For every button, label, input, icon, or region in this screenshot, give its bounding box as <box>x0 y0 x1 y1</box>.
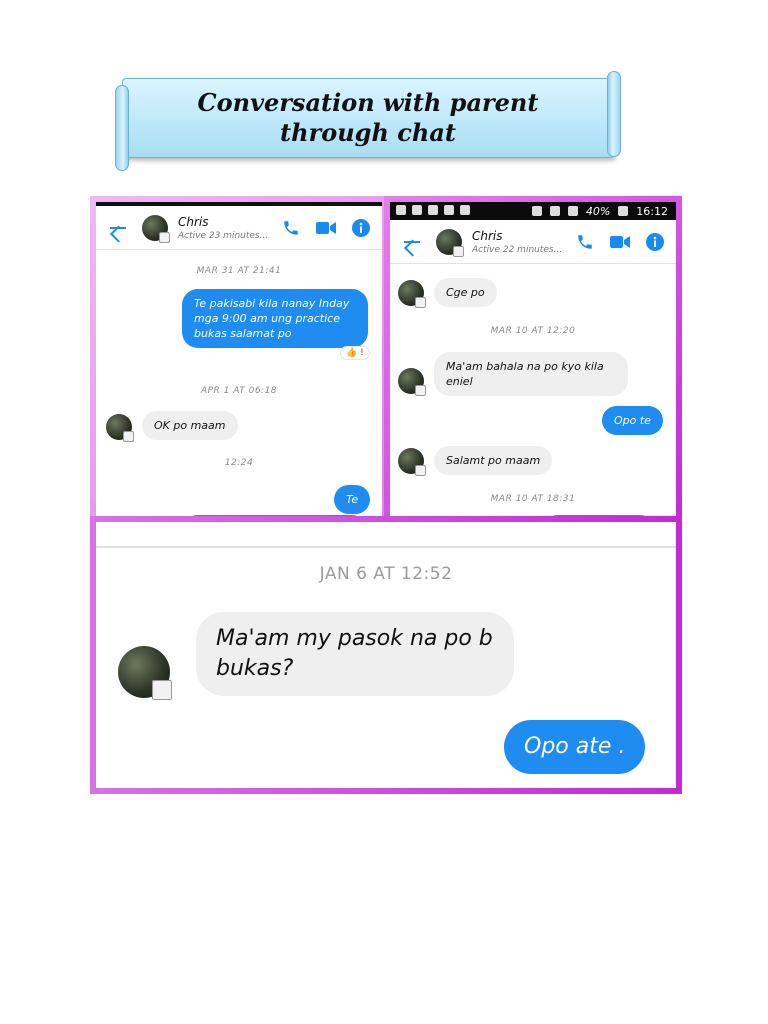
message-bubble-outgoing[interactable]: Opo te <box>602 406 663 435</box>
sender-avatar[interactable] <box>106 414 134 442</box>
contact-status: Active 22 minutes... <box>472 244 563 255</box>
avatar-badge <box>453 245 464 257</box>
message-bubble-outgoing[interactable]: Te <box>334 485 371 514</box>
back-arrow-icon[interactable] <box>106 216 130 240</box>
info-icon[interactable] <box>646 232 664 251</box>
chat-screenshot-c: JAN 6 AT 12:52 Ma'am my pasok na po b bu… <box>90 516 682 794</box>
message-bubble-incoming[interactable]: Ma'am my pasok na po b bukas? <box>196 612 514 696</box>
avatar-badge <box>415 385 426 396</box>
back-arrow-icon[interactable] <box>400 230 424 254</box>
sender-avatar[interactable] <box>398 448 426 476</box>
message-bubble-incoming[interactable]: Salamt po maam <box>434 446 553 475</box>
wifi-icon <box>549 206 560 216</box>
banner-title: Conversation with parent through chat <box>197 88 539 147</box>
download-icon <box>444 205 454 215</box>
avatar-badge <box>123 431 134 442</box>
avatar-badge <box>159 231 170 243</box>
signal-icon <box>567 206 578 216</box>
status-bar: 40% 16:12 <box>390 202 676 220</box>
title-banner: Conversation with parent through chat <box>115 71 621 171</box>
contact-name: Chris <box>178 214 209 229</box>
message-bubble-incoming[interactable]: Cge po <box>434 278 497 307</box>
chat-screenshot-b: 40% 16:12 Chris Active 22 minutes... Cge… <box>384 196 682 523</box>
message-bubble-incoming[interactable]: OK po maam <box>142 411 238 440</box>
chat-screenshot-a: Chris Active 23 minutes... MAR 31 AT 21:… <box>90 196 388 523</box>
image-icon <box>412 205 422 215</box>
contact-name: Chris <box>472 228 503 243</box>
info-icon[interactable] <box>352 218 370 237</box>
contact-info[interactable]: Chris Active 22 minutes... <box>472 229 562 255</box>
avatar[interactable] <box>436 228 464 257</box>
avatar-badge <box>415 465 426 476</box>
notification-icon <box>396 205 406 215</box>
timestamp: MAR 31 AT 21:41 <box>196 266 282 276</box>
video-call-icon[interactable] <box>316 221 336 235</box>
video-call-icon[interactable] <box>610 235 630 249</box>
alarm-icon <box>531 206 542 216</box>
message-bubble-incoming[interactable]: Ma'am bahala na po kyo kila eniel <box>434 352 628 396</box>
header-strip <box>96 522 676 548</box>
contact-status: Active 23 minutes... <box>178 230 269 241</box>
scroll-curl-right <box>607 71 621 157</box>
timestamp: MAR 10 AT 12:20 <box>490 326 576 336</box>
timestamp: JAN 6 AT 12:52 <box>319 564 453 584</box>
message-bubble-outgoing[interactable]: Opo ate . <box>504 720 646 774</box>
timestamp: APR 1 AT 06:18 <box>200 386 278 396</box>
contact-info[interactable]: Chris Active 23 minutes... <box>178 215 268 241</box>
avatar-badge <box>152 680 172 700</box>
reaction-badge[interactable]: 👍 ! <box>340 346 370 360</box>
scroll-curl-left <box>115 85 129 171</box>
message-bubble-outgoing[interactable]: Te pakisabi kila nanay Inday mga 9:00 am… <box>182 289 368 348</box>
avatar[interactable] <box>142 214 170 243</box>
sender-avatar[interactable] <box>118 646 172 700</box>
sender-avatar[interactable] <box>398 280 426 308</box>
avatar-badge <box>415 297 426 308</box>
phone-icon[interactable] <box>576 233 594 251</box>
battery-icon <box>618 206 629 216</box>
download-icon <box>428 205 438 215</box>
timestamp: 12:24 <box>224 458 254 468</box>
sender-avatar[interactable] <box>398 368 426 396</box>
chat-header: Chris Active 22 minutes... <box>390 220 676 264</box>
clock: 16:12 <box>636 204 668 218</box>
chat-header: Chris Active 23 minutes... <box>96 206 382 250</box>
battery-level: 40% <box>585 204 611 218</box>
timestamp: MAR 10 AT 18:31 <box>490 494 576 504</box>
download-icon <box>460 205 470 215</box>
phone-icon[interactable] <box>282 219 300 237</box>
